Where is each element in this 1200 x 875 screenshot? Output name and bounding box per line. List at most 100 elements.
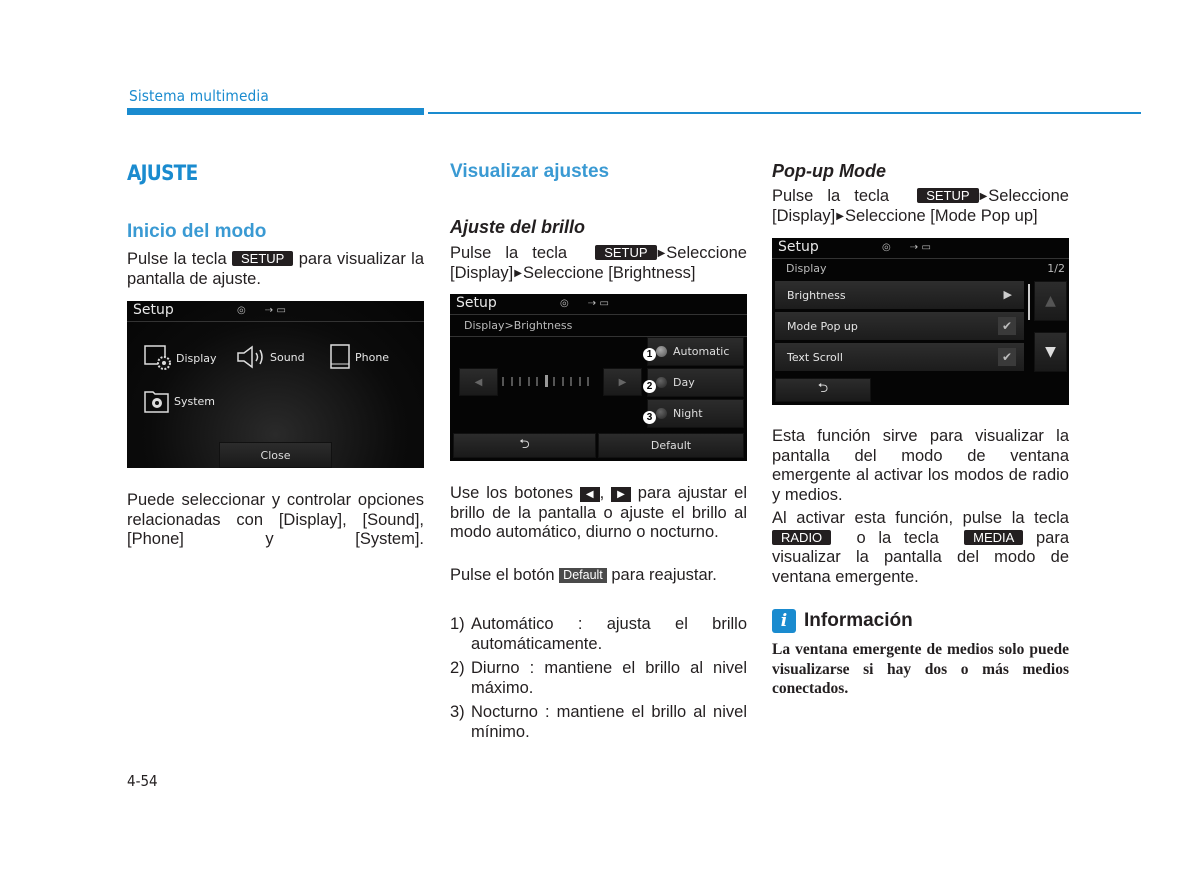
row-label: Text Scroll bbox=[787, 350, 843, 364]
divider bbox=[450, 314, 747, 315]
screen-title: Setup bbox=[456, 295, 497, 311]
back-button[interactable]: ⮌ bbox=[775, 378, 871, 402]
default-button[interactable]: Default bbox=[598, 433, 744, 458]
row-label: Brightness bbox=[787, 288, 846, 302]
menu-item-sound[interactable]: Sound bbox=[236, 345, 305, 369]
disc-icon: ◎ bbox=[237, 305, 246, 316]
header-rule-thin bbox=[428, 112, 1141, 114]
popup-description: Esta función sirve para visualizar la pa… bbox=[772, 427, 1069, 504]
mode-list: 1) Automático : ajusta el brillo automáti… bbox=[450, 615, 747, 747]
popup-activation: Al activar esta función, pulse la tecla … bbox=[772, 509, 1069, 587]
brightness-decrease-button[interactable]: ◀ bbox=[459, 368, 498, 396]
list-text: Nocturno : mantiene el brillo al nivel m… bbox=[471, 703, 747, 741]
status-icons: ◎ ⇢ ▭ bbox=[560, 298, 609, 309]
text: para reajustar. bbox=[611, 566, 717, 584]
row-label: Mode Pop up bbox=[787, 319, 858, 333]
disc-icon: ◎ bbox=[560, 298, 569, 309]
section-label: Display bbox=[786, 262, 827, 275]
slider-tick bbox=[510, 377, 513, 386]
usb-icon: ⇢ bbox=[909, 242, 919, 253]
media-key: MEDIA bbox=[964, 529, 1024, 545]
checkbox-checked-icon[interactable]: ✔ bbox=[998, 348, 1016, 366]
description-paragraph: Puede seleccionar y controlar opciones r… bbox=[127, 491, 424, 548]
checkbox-checked-icon[interactable]: ✔ bbox=[998, 317, 1016, 335]
row-brightness[interactable]: Brightness ▶ bbox=[775, 281, 1024, 309]
list-number: 1) bbox=[450, 615, 465, 633]
default-key: Default bbox=[559, 568, 607, 583]
system-folder-icon bbox=[144, 391, 169, 413]
list-item: 3) Nocturno : mantiene el brillo al nivel… bbox=[450, 703, 747, 742]
row-mode-pop-up[interactable]: Mode Pop up ✔ bbox=[775, 312, 1024, 340]
list-item: 1) Automático : ajusta el brillo automáti… bbox=[450, 615, 747, 654]
mode-label: Day bbox=[673, 376, 695, 389]
slider-tick bbox=[544, 375, 548, 387]
page-heading: AJUSTE bbox=[127, 161, 198, 185]
callout-1: 1 bbox=[643, 348, 656, 361]
slider-tick bbox=[527, 377, 530, 386]
menu-item-display[interactable]: Display bbox=[144, 345, 217, 371]
header-rule-thick bbox=[127, 108, 424, 115]
aux-icon: ▭ bbox=[276, 305, 286, 316]
menu-label: System bbox=[174, 394, 216, 408]
screen-title: Setup bbox=[778, 239, 819, 255]
back-arrow-icon: ⮌ bbox=[519, 436, 530, 452]
reset-paragraph: Pulse el botón Default para reajustar. bbox=[450, 566, 747, 586]
mode-automatic-button[interactable]: Automatic bbox=[647, 337, 744, 366]
setup-key: SETUP bbox=[917, 188, 979, 203]
brightness-slider[interactable] bbox=[502, 374, 602, 390]
heading-visualizar: Visualizar ajustes bbox=[450, 161, 610, 182]
page-number: 4-54 bbox=[127, 772, 158, 790]
slider-tick bbox=[553, 377, 555, 386]
brightness-increase-button[interactable]: ▶ bbox=[603, 368, 642, 396]
usb-icon: ⇢ bbox=[264, 305, 274, 316]
divider bbox=[772, 258, 1069, 259]
intro-paragraph-3: Pulse la tecla SETUP ▶Seleccione [Display… bbox=[772, 187, 1069, 226]
text: Seleccione [Brightness] bbox=[522, 263, 696, 282]
text: Pulse la tecla bbox=[450, 244, 568, 262]
aux-icon: ▭ bbox=[921, 242, 931, 253]
subheading-brillo: Ajuste del brillo bbox=[450, 217, 586, 237]
scroll-up-button[interactable]: ▲ bbox=[1034, 281, 1067, 321]
menu-item-phone[interactable]: Phone bbox=[329, 344, 389, 370]
setup-screen: Setup ◎ ⇢ ▭ Display Sound Phone System C… bbox=[127, 301, 424, 468]
list-number: 3) bbox=[450, 703, 465, 721]
callout-2: 2 bbox=[643, 380, 656, 393]
speaker-icon bbox=[237, 345, 263, 369]
list-number: 2) bbox=[450, 659, 465, 677]
back-button[interactable]: ⮌ bbox=[453, 433, 596, 458]
subheading-popup: Pop-up Mode bbox=[772, 161, 886, 181]
info-icon: i bbox=[772, 609, 796, 633]
slider-tick bbox=[561, 377, 564, 386]
status-icons: ◎ ⇢ ▭ bbox=[882, 242, 931, 253]
slider-tick bbox=[570, 377, 572, 386]
disc-icon: ◎ bbox=[882, 242, 891, 253]
text: , bbox=[599, 484, 605, 502]
arrow-right-icon: ▶ bbox=[657, 248, 666, 259]
close-button[interactable]: Close bbox=[219, 442, 332, 468]
intro-paragraph-1: Pulse la tecla SETUP para visualizar la … bbox=[127, 250, 424, 289]
arrow-right-icon: ▶ bbox=[514, 267, 522, 279]
callout-3: 3 bbox=[643, 411, 656, 424]
list-item: 2) Diurno : mantiene el brillo al nivel m… bbox=[450, 659, 747, 698]
list-text: Diurno : mantiene el brillo al nivel máx… bbox=[471, 659, 747, 697]
breadcrumb: Display>Brightness bbox=[464, 319, 573, 332]
row-text-scroll[interactable]: Text Scroll ✔ bbox=[775, 343, 1024, 371]
radio-icon bbox=[656, 346, 667, 357]
screen-title: Setup bbox=[133, 302, 174, 318]
brightness-screen: Setup ◎ ⇢ ▭ Display>Brightness ◀ ▶ Autom… bbox=[450, 294, 747, 461]
section-title: Sistema multimedia bbox=[129, 87, 269, 105]
usage-paragraph: Use los botones ◀, ▶ para ajustar el bri… bbox=[450, 484, 747, 543]
left-button-icon: ◀ bbox=[579, 487, 600, 502]
menu-label: Phone bbox=[355, 350, 390, 364]
mode-night-button[interactable]: Night bbox=[647, 399, 744, 428]
list-text: Automático : ajusta el brillo automática… bbox=[471, 615, 747, 653]
scroll-down-button[interactable]: ▼ bbox=[1034, 332, 1067, 372]
arrow-right-icon: ▶ bbox=[979, 191, 988, 202]
menu-item-system[interactable]: System bbox=[144, 388, 215, 414]
chevron-right-icon: ▶ bbox=[1003, 288, 1012, 301]
menu-label: Display bbox=[176, 351, 217, 365]
mode-label: Night bbox=[673, 407, 703, 420]
mode-day-button[interactable]: Day bbox=[647, 368, 744, 397]
scrollbar[interactable] bbox=[1028, 284, 1030, 320]
mode-label: Automatic bbox=[673, 345, 730, 358]
